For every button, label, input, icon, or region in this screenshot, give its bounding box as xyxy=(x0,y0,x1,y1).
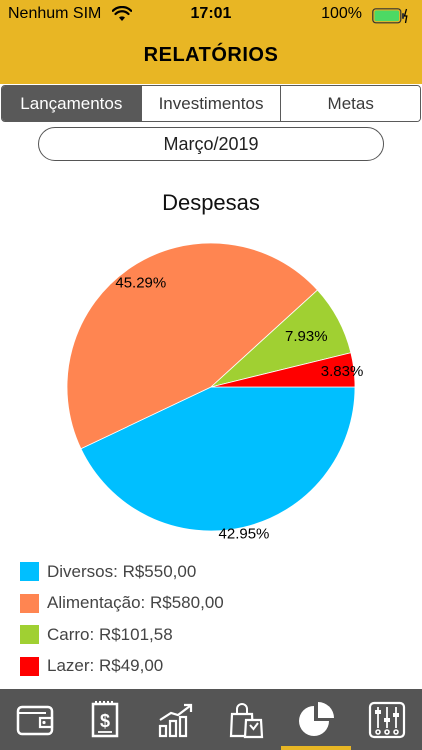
tab-shopping[interactable] xyxy=(219,689,273,750)
tab-bills[interactable]: $ xyxy=(78,689,132,750)
legend-item-lazer: Lazer: R$49,00 xyxy=(20,651,224,683)
segment-metas[interactable]: Metas xyxy=(281,86,420,121)
tab-reports[interactable] xyxy=(281,689,352,750)
legend-label: Alimentação: R$580,00 xyxy=(47,593,224,613)
legend-swatch xyxy=(20,562,39,582)
chart-legend: Diversos: R$550,00 Alimentação: R$580,00… xyxy=(20,556,224,682)
growth-chart-icon xyxy=(158,703,192,737)
tab-wallet[interactable] xyxy=(8,689,62,750)
bill-icon: $ xyxy=(92,700,119,737)
svg-text:$: $ xyxy=(100,711,110,731)
chart-title: Despesas xyxy=(162,190,260,215)
tab-investments[interactable] xyxy=(149,689,203,750)
tab-bar: $ xyxy=(0,689,422,750)
page-title: RELATÓRIOS xyxy=(143,44,279,66)
shopping-bag-icon xyxy=(229,702,264,738)
month-selector[interactable]: Março/2019 xyxy=(38,127,384,161)
header-bar: Nenhum SIM 17:01 100% RELATÓRIOS xyxy=(0,0,422,84)
expenses-pie-chart: 42.95% 45.29% 7.93% 3.83% xyxy=(66,242,364,542)
legend-swatch xyxy=(20,593,39,613)
report-type-segmented-control: Lançamentos Investimentos Metas xyxy=(1,85,421,122)
battery-percent: 100% xyxy=(321,5,362,22)
legend-item-diversos: Diversos: R$550,00 xyxy=(20,556,224,588)
legend-swatch xyxy=(20,656,39,676)
legend-label: Diversos: R$550,00 xyxy=(47,561,197,581)
legend-swatch xyxy=(20,625,39,645)
wallet-icon xyxy=(16,705,54,735)
pie-slice-label-1: 45.29% xyxy=(115,274,166,291)
segment-investimentos[interactable]: Investimentos xyxy=(141,86,282,121)
legend-item-alimentacao: Alimentação: R$580,00 xyxy=(20,588,224,620)
pie-slice-label-2: 7.93% xyxy=(285,328,328,345)
pie-slice-label-0: 42.95% xyxy=(219,525,270,542)
legend-item-carro: Carro: R$101,58 xyxy=(20,619,224,651)
legend-label: Carro: R$101,58 xyxy=(47,624,173,644)
tab-settings[interactable] xyxy=(360,689,414,750)
pie-chart-icon xyxy=(299,701,335,736)
battery-charging-icon xyxy=(372,8,408,24)
legend-label: Lazer: R$49,00 xyxy=(47,656,164,676)
status-bar: Nenhum SIM 17:01 100% xyxy=(0,0,422,30)
pie-slice-label-3: 3.83% xyxy=(321,363,364,380)
segment-lancamentos[interactable]: Lançamentos xyxy=(2,86,142,121)
sliders-icon xyxy=(368,701,405,738)
